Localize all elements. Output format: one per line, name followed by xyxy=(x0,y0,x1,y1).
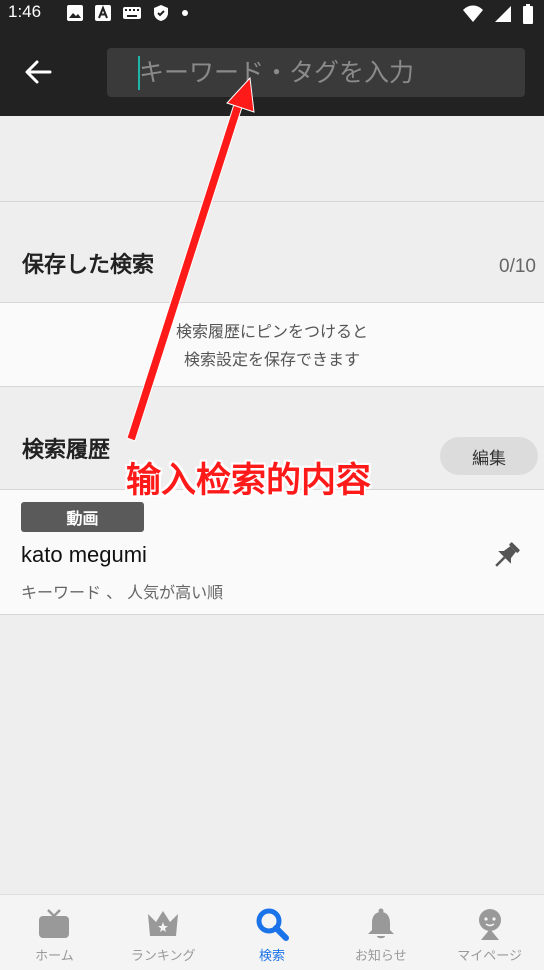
edit-button[interactable]: 編集 xyxy=(440,437,538,475)
nav-ranking[interactable]: ランキング xyxy=(109,895,218,970)
empty-message-line1: 検索履歴にピンをつけると xyxy=(175,322,368,341)
history-title: 検索履歴 xyxy=(22,438,111,463)
top-spacer xyxy=(0,116,544,202)
history-item[interactable]: 動画 kato megumi キーワード 、 人気が高い順 xyxy=(0,489,544,615)
nav-notifications[interactable]: お知らせ xyxy=(326,895,435,970)
saved-searches-header: 保存した検索 0/10 xyxy=(0,203,544,301)
nav-ranking-label: ランキング xyxy=(130,949,196,964)
annotation-text: 输入检索的内容 xyxy=(126,461,372,501)
nav-notifications-label: お知らせ xyxy=(354,949,407,964)
text-caret xyxy=(138,56,140,90)
history-item-subtitle: キーワード 、 人気が高い順 xyxy=(21,583,224,602)
person-icon xyxy=(478,909,501,940)
dot-icon xyxy=(182,10,188,16)
notification-icons xyxy=(66,4,190,22)
app-bar xyxy=(0,26,544,116)
saved-searches-title: 保存した検索 xyxy=(22,253,155,278)
keyboard-icon xyxy=(123,7,141,19)
history-item-title: kato megumi xyxy=(21,542,147,567)
back-button[interactable] xyxy=(16,54,60,90)
crown-icon xyxy=(148,911,179,936)
image-icon xyxy=(67,5,83,21)
signal-icon xyxy=(495,6,511,22)
nav-search-label: 検索 xyxy=(258,949,285,964)
arrow-left-icon xyxy=(25,60,52,84)
search-input[interactable] xyxy=(107,48,525,97)
saved-searches-empty: 検索履歴にピンをつけると 検索設定を保存できます xyxy=(0,302,544,387)
search-icon xyxy=(256,908,289,941)
font-a-icon xyxy=(95,5,111,21)
bell-icon xyxy=(367,908,394,939)
nav-home-label: ホーム xyxy=(35,949,74,964)
tag-badge: 動画 xyxy=(21,502,144,532)
empty-message-line2: 検索設定を保存できます xyxy=(183,350,360,369)
status-bar: 1:46 xyxy=(0,0,544,26)
nav-search[interactable]: 検索 xyxy=(218,895,327,970)
saved-searches-count: 0/10 xyxy=(499,256,536,277)
shield-icon xyxy=(154,5,168,21)
wifi-icon xyxy=(463,5,483,22)
system-icons xyxy=(462,4,534,24)
nav-mypage-label: マイページ xyxy=(457,949,522,964)
tv-icon xyxy=(39,909,70,938)
pin-icon xyxy=(495,542,520,567)
nav-mypage[interactable]: マイページ xyxy=(435,895,544,970)
bottom-nav: ホーム ランキング 検索 お知らせ マイページ xyxy=(0,894,544,970)
nav-home[interactable]: ホーム xyxy=(0,895,109,970)
status-time: 1:46 xyxy=(8,2,42,21)
pin-button[interactable] xyxy=(486,536,526,576)
battery-icon xyxy=(523,4,533,24)
